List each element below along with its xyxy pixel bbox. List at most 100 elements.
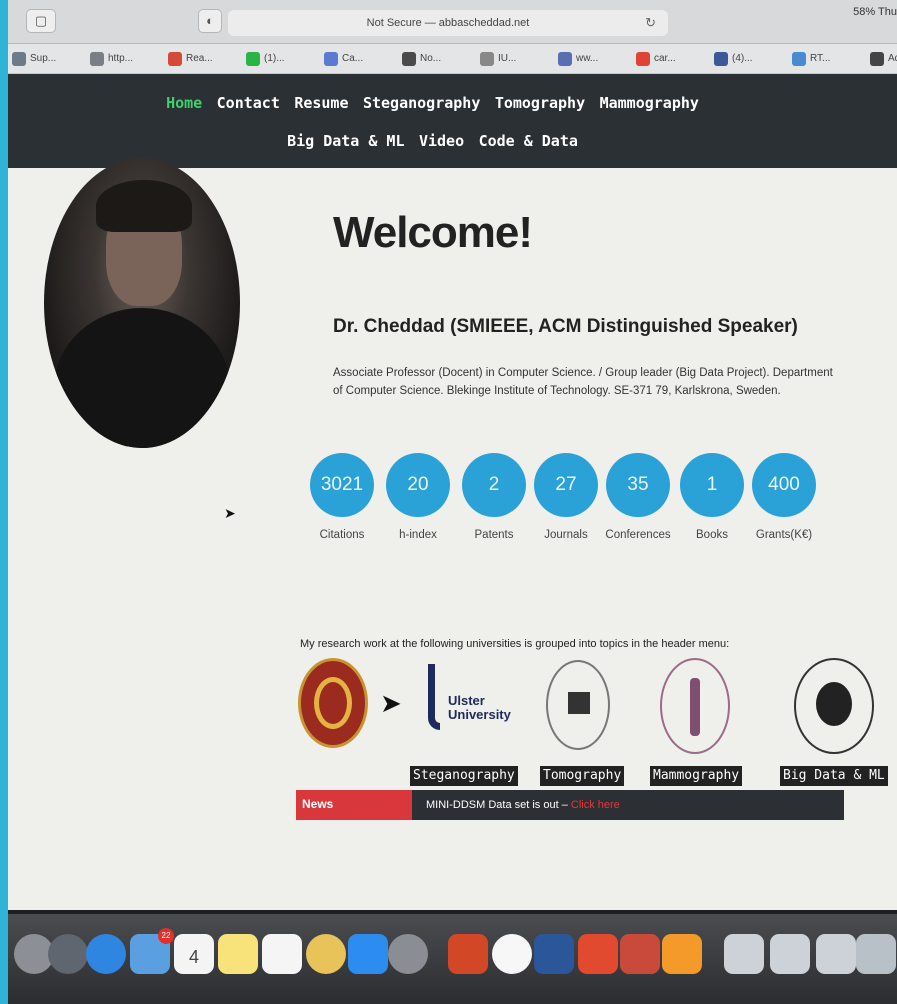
minimized-window-1[interactable] — [724, 934, 764, 974]
bookmark-favicon-icon — [168, 51, 182, 66]
bookmark-favicon-icon — [480, 51, 494, 66]
pdf-viewer-icon[interactable] — [620, 934, 660, 974]
photo-hair-shape — [96, 180, 192, 232]
bookmark-favicon-icon — [90, 51, 104, 66]
browser-toolbar: ▢ ◐ Not Secure — abbascheddad.net ↻ 58% … — [8, 0, 897, 44]
bookmark-item[interactable]: (1)... — [246, 51, 324, 66]
umea-university-logo[interactable] — [546, 660, 610, 750]
minimized-window-4[interactable] — [856, 934, 896, 974]
bookmark-item[interactable]: Ad — [870, 51, 897, 66]
menubar-status: 58% Thu — [853, 6, 897, 18]
news-label: News — [296, 790, 412, 820]
bookmark-favicon-icon — [792, 51, 806, 66]
research-intro: My research work at the following univer… — [300, 638, 730, 650]
minimized-window-3[interactable] — [816, 934, 856, 974]
affiliation-text: Associate Professor (Docent) in Computer… — [333, 367, 833, 397]
tag-tomography[interactable]: Tomography — [540, 766, 625, 786]
stat-books: 1 Books — [680, 453, 744, 541]
bookmark-label: Rea... — [186, 53, 213, 64]
profile-photo — [44, 158, 240, 448]
topic-tags: Steganography Tomography Mammography Big… — [400, 766, 897, 788]
news-message: MINI-DDSM Data set is out – — [426, 799, 571, 811]
mail-icon[interactable]: 22 — [130, 928, 174, 974]
person-name: Dr. Cheddad (SMIEEE, ACM Distinguished S… — [333, 316, 798, 337]
ulster-logo-text: Ulster University — [448, 693, 511, 722]
reload-icon[interactable]: ↻ — [645, 10, 656, 36]
stat-value: 27 — [534, 453, 598, 517]
bookmark-label: IU... — [498, 53, 517, 64]
launchpad-icon[interactable] — [48, 934, 88, 974]
nav-video[interactable]: Video — [419, 132, 464, 150]
safari-icon[interactable] — [86, 934, 126, 974]
ulster-university-logo[interactable]: Ulster University — [418, 664, 518, 744]
bookmark-label: Sup... — [30, 53, 57, 64]
bookmark-item[interactable]: ww... — [558, 51, 636, 66]
tag-big-data-ml[interactable]: Big Data & ML — [780, 766, 888, 786]
stat-value: 3021 — [310, 453, 374, 517]
screen: ▢ ◐ Not Secure — abbascheddad.net ↻ 58% … — [8, 0, 897, 1004]
tag-steganography[interactable]: Steganography — [410, 766, 518, 786]
system-preferences-icon[interactable] — [388, 934, 428, 974]
bookmark-label: No... — [420, 53, 442, 64]
bookmark-favicon-icon — [12, 51, 26, 66]
bookmark-item[interactable]: IU... — [480, 51, 558, 66]
news-ticker: News MINI-DDSM Data set is out – Click h… — [296, 790, 844, 820]
video-player-icon[interactable] — [578, 934, 618, 974]
address-bar[interactable]: Not Secure — abbascheddad.net ↻ — [228, 10, 668, 36]
reminders-icon[interactable] — [262, 934, 302, 974]
bth-logo[interactable] — [794, 658, 874, 754]
app-store-icon[interactable] — [348, 934, 388, 974]
nav-resume[interactable]: Resume — [294, 94, 348, 112]
photos-icon[interactable] — [306, 934, 346, 974]
tag-mammography[interactable]: Mammography — [650, 766, 743, 786]
nav-steganography[interactable]: Steganography — [363, 94, 480, 112]
nav-row-2: Big Data & ML Video Code & Data — [8, 132, 897, 151]
news-text: MINI-DDSM Data set is out – Click here — [426, 790, 620, 820]
bookmark-label: (1)... — [264, 53, 285, 64]
nav-mammography[interactable]: Mammography — [600, 94, 699, 112]
bookmark-item[interactable]: RT... — [792, 51, 870, 66]
privacy-icon[interactable]: ◐ — [198, 9, 222, 33]
bookmark-item[interactable]: Sup... — [12, 51, 90, 66]
stat-value: 400 — [752, 453, 816, 517]
nav-code-data[interactable]: Code & Data — [479, 132, 578, 150]
notes-icon[interactable] — [218, 934, 258, 974]
bookmark-favicon-icon — [636, 51, 650, 66]
stat-value: 2 — [462, 453, 526, 517]
powerpoint-icon[interactable] — [448, 934, 488, 974]
mail-badge: 22 — [158, 928, 174, 944]
bookmark-label: RT... — [810, 53, 831, 64]
calendar-day: 4 — [188, 947, 199, 967]
stat-value: 35 — [606, 453, 670, 517]
bookmark-item[interactable]: Rea... — [168, 51, 246, 66]
stat-conferences: 35 Conferences — [605, 453, 671, 541]
stat-grants: 400 Grants(K€) — [752, 453, 816, 541]
bookmark-favicon-icon — [558, 51, 572, 66]
battery-text: 58% Thu — [853, 6, 897, 18]
calendar-icon[interactable]: 4 — [174, 934, 214, 974]
bookmark-item[interactable]: (4)... — [714, 51, 792, 66]
bookmark-item[interactable]: Ca... — [324, 51, 402, 66]
word-icon[interactable] — [534, 934, 574, 974]
page-title: Welcome! — [333, 208, 533, 257]
stat-value: 20 — [386, 453, 450, 517]
karolinska-institutet-logo[interactable] — [660, 658, 730, 754]
bookmark-item[interactable]: No... — [402, 51, 480, 66]
news-link[interactable]: Click here — [571, 799, 620, 811]
mouse-cursor-icon: ➤ — [224, 505, 236, 521]
stat-citations: 3021 Citations — [310, 453, 374, 541]
stat-value: 1 — [680, 453, 744, 517]
books-icon[interactable] — [662, 934, 702, 974]
mac-dock: 22 4 — [8, 914, 897, 1004]
nav-contact[interactable]: Contact — [217, 94, 280, 112]
bookmark-item[interactable]: http... — [90, 51, 168, 66]
nav-tomography[interactable]: Tomography — [495, 94, 585, 112]
nav-home[interactable]: Home — [166, 94, 202, 112]
bookmark-item[interactable]: car... — [636, 51, 714, 66]
sidebar-icon[interactable]: ▢ — [26, 9, 56, 33]
minimized-window-2[interactable] — [770, 934, 810, 974]
address-text: Not Secure — abbascheddad.net — [366, 17, 530, 29]
bookmark-label: car... — [654, 53, 676, 64]
music-icon[interactable] — [492, 934, 532, 974]
nav-big-data-ml[interactable]: Big Data & ML — [287, 132, 404, 150]
